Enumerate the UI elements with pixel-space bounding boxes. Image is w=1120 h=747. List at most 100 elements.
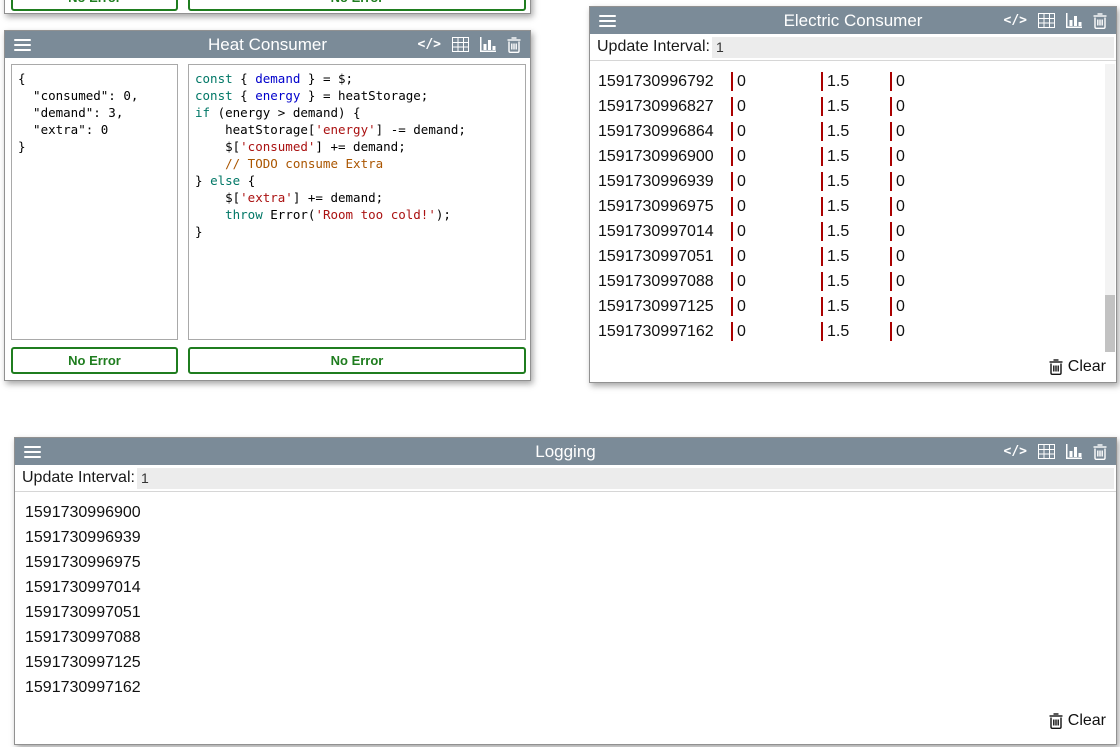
table-cell: 0 — [890, 222, 1116, 241]
desktop: No Error No Error Heat Consumer </> { "c… — [0, 0, 1120, 747]
list-item: 1591730997051 — [15, 600, 1116, 625]
table-cell: 1591730996975 — [598, 198, 731, 216]
code-line: const { energy } = heatStorage; — [195, 87, 519, 104]
table-row: 159173099701401.50 — [590, 219, 1116, 244]
trash-icon[interactable] — [507, 37, 521, 53]
code-line: $['extra'] += demand; — [195, 189, 519, 206]
header-icons: </> — [1004, 444, 1107, 460]
list-item: 1591730996900 — [15, 500, 1116, 525]
bar-chart-icon[interactable] — [1066, 444, 1082, 459]
table-cell: 0 — [890, 72, 1116, 91]
table-icon[interactable] — [452, 37, 469, 52]
list-item: 1591730997088 — [15, 625, 1116, 650]
update-interval-row: Update Interval: — [590, 34, 1116, 61]
bar-chart-icon[interactable] — [1066, 13, 1082, 28]
update-interval-input[interactable] — [712, 37, 1114, 58]
clear-button[interactable]: Clear — [1049, 712, 1106, 730]
table-cell: 1.5 — [821, 72, 890, 91]
clear-button[interactable]: Clear — [1049, 358, 1106, 376]
table-cell: 1.5 — [821, 297, 890, 316]
electric-consumer-panel: Electric Consumer </> Update Interval: 1… — [589, 6, 1117, 383]
table-cell: 0 — [890, 247, 1116, 266]
panel-title: Logging — [15, 442, 1116, 462]
electric-consumer-header[interactable]: Electric Consumer </> — [590, 7, 1116, 34]
drag-handle-icon[interactable] — [14, 39, 31, 51]
status-button[interactable]: No Error — [188, 0, 526, 11]
code-icon[interactable]: </> — [1004, 444, 1027, 459]
table-row: 159173099697501.50 — [590, 194, 1116, 219]
table-row: 159173099686401.50 — [590, 119, 1116, 144]
table-row: 159173099716201.50 — [590, 319, 1116, 344]
code-line: } else { — [195, 172, 519, 189]
table-cell: 1591730996939 — [598, 173, 731, 191]
trash-icon[interactable] — [1093, 444, 1107, 460]
state-json-box[interactable]: { "consumed": 0, "demand": 3, "extra": 0… — [11, 64, 178, 340]
json-line: "consumed": 0, — [18, 87, 171, 104]
table-cell: 0 — [890, 272, 1116, 291]
table-cell: 0 — [731, 297, 821, 316]
table-cell: 0 — [890, 197, 1116, 216]
table-cell: 1591730997051 — [598, 248, 731, 266]
table-cell: 1591730996864 — [598, 123, 731, 141]
table-cell: 1.5 — [821, 122, 890, 141]
update-interval-input[interactable] — [137, 468, 1114, 489]
table-cell: 1.5 — [821, 172, 890, 191]
table-cell: 0 — [731, 97, 821, 116]
table-cell: 0 — [731, 197, 821, 216]
trash-icon[interactable] — [1093, 13, 1107, 29]
table-cell: 1.5 — [821, 272, 890, 291]
code-icon[interactable]: </> — [1004, 13, 1027, 28]
json-line: } — [18, 138, 171, 155]
electric-consumer-body: Update Interval: 159173099679201.50 15917… — [590, 34, 1116, 382]
update-interval-row: Update Interval: — [15, 465, 1116, 492]
list-item: 1591730997125 — [15, 650, 1116, 675]
table-cell: 0 — [731, 72, 821, 91]
table-row: 159173099708801.50 — [590, 269, 1116, 294]
table-cell: 1591730996900 — [598, 148, 731, 166]
table-cell: 1.5 — [821, 247, 890, 266]
code-line: throw Error('Room too cold!'); — [195, 206, 519, 223]
table-cell: 1591730997162 — [598, 323, 731, 341]
table-cell: 1591730997014 — [598, 223, 731, 241]
code-line: $['consumed'] += demand; — [195, 138, 519, 155]
table-cell: 0 — [890, 172, 1116, 191]
table-cell: 1591730997125 — [598, 298, 731, 316]
table-cell: 1591730996827 — [598, 98, 731, 116]
json-line: "demand": 3, — [18, 104, 171, 121]
update-interval-label: Update Interval: — [597, 38, 710, 56]
code-line: // TODO consume Extra — [195, 155, 519, 172]
scrollbar[interactable] — [1105, 64, 1115, 352]
table-row: 159173099705101.50 — [590, 244, 1116, 269]
code-line: } — [195, 223, 519, 240]
code-line: heatStorage['energy'] -= demand; — [195, 121, 519, 138]
logging-header[interactable]: Logging </> — [15, 438, 1116, 465]
drag-handle-icon[interactable] — [24, 446, 41, 458]
table-cell: 0 — [731, 322, 821, 341]
drag-handle-icon[interactable] — [599, 15, 616, 27]
list-item: 1591730997162 — [15, 675, 1116, 700]
table-icon[interactable] — [1038, 13, 1055, 28]
code-line: const { demand } = $; — [195, 70, 519, 87]
list-item: 1591730996939 — [15, 525, 1116, 550]
table-cell: 1.5 — [821, 147, 890, 166]
table-icon[interactable] — [1038, 444, 1055, 459]
logging-body: Update Interval: 15917309969001591730996… — [15, 465, 1116, 744]
clear-label: Clear — [1068, 358, 1106, 376]
table-cell: 1.5 — [821, 97, 890, 116]
scrollbar-thumb[interactable] — [1105, 295, 1115, 352]
trash-icon — [1049, 713, 1063, 729]
status-button[interactable]: No Error — [11, 347, 178, 374]
bar-chart-icon[interactable] — [480, 37, 496, 52]
list-item: 1591730996975 — [15, 550, 1116, 575]
logging-panel: Logging </> Update Interval: 15917309969… — [14, 437, 1117, 745]
heat-consumer-header[interactable]: Heat Consumer </> — [5, 31, 530, 58]
json-line: "extra": 0 — [18, 121, 171, 138]
consume-code-box[interactable]: const { demand } = $;const { energy } = … — [188, 64, 526, 340]
table-row: 159173099679201.50 — [590, 69, 1116, 94]
clear-label: Clear — [1068, 712, 1106, 730]
status-button[interactable]: No Error — [188, 347, 526, 374]
table-cell: 0 — [731, 172, 821, 191]
table-cell: 1.5 — [821, 322, 890, 341]
status-button[interactable]: No Error — [11, 0, 178, 11]
code-icon[interactable]: </> — [418, 37, 441, 52]
